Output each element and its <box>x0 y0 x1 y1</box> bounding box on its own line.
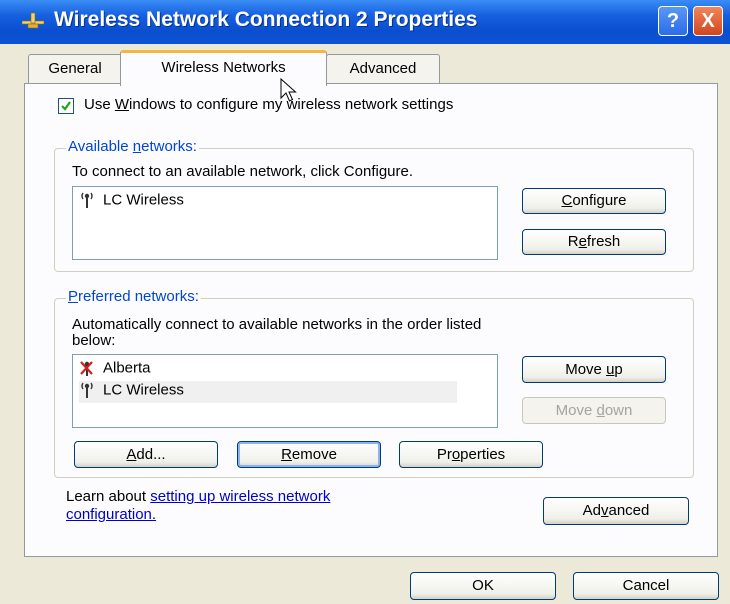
refresh-pre: R <box>567 233 579 250</box>
mouse-cursor-icon <box>280 78 297 102</box>
refresh-accel: e <box>578 233 587 250</box>
preferred-networks-hint-line2: below: <box>72 332 116 349</box>
properties-accel: o <box>451 446 461 463</box>
properties-button[interactable]: Properties <box>399 441 543 468</box>
learn-about-link-line2[interactable]: configuration. <box>66 506 156 523</box>
checkmark-icon <box>61 101 71 111</box>
add-button[interactable]: Add... <box>74 441 218 468</box>
preferred-networks-list[interactable]: Alberta LC Wireless <box>72 354 498 428</box>
cancel-button[interactable]: Cancel <box>573 572 719 600</box>
move-up-pre: Move <box>565 361 607 378</box>
move-up-post: p <box>614 361 623 378</box>
wireless-disconnected-icon <box>79 359 95 377</box>
preferred-label-accel: P <box>68 288 79 305</box>
available-label-pre: Available <box>68 138 133 155</box>
wireless-antenna-icon <box>79 191 95 209</box>
available-networks-list[interactable]: LC Wireless <box>72 186 498 260</box>
network-connection-icon <box>21 10 45 32</box>
add-accel: A <box>126 446 137 463</box>
wireless-antenna-icon <box>79 381 95 399</box>
list-item[interactable]: Alberta <box>79 359 151 381</box>
advanced-pre: Ad <box>582 502 601 519</box>
properties-post: perties <box>460 446 506 463</box>
move-down-accel: d <box>596 402 605 419</box>
advanced-post: anced <box>608 502 650 519</box>
list-item-label: Alberta <box>103 359 151 377</box>
learn-about-text: Learn about setting up wireless network <box>66 488 330 505</box>
refresh-button[interactable]: Refresh <box>522 229 666 255</box>
learn-about-link[interactable]: setting up wireless network <box>150 488 330 505</box>
move-down-pre: Move <box>555 402 597 419</box>
list-item-label: LC Wireless <box>103 191 184 209</box>
learn-about-prefix: Learn about <box>66 488 151 505</box>
available-networks-hint: To connect to an available network, clic… <box>72 163 414 180</box>
use-windows-label-pre: Use <box>84 96 115 113</box>
available-label-post: etworks: <box>141 138 197 155</box>
learn-about-link-cont[interactable]: configuration. <box>66 506 156 523</box>
use-windows-checkbox[interactable] <box>58 98 74 114</box>
close-button[interactable]: X <box>693 6 723 36</box>
configure-button[interactable]: Configure <box>522 188 666 214</box>
list-item[interactable]: LC Wireless <box>79 191 184 213</box>
ok-button[interactable]: OK <box>410 572 556 600</box>
add-post: dd... <box>136 446 166 463</box>
remove-accel: R <box>281 446 292 463</box>
tab-general[interactable]: General <box>28 54 122 84</box>
help-button[interactable]: ? <box>658 6 688 36</box>
refresh-post: fresh <box>586 233 621 250</box>
available-networks-label: Available networks: <box>66 138 199 155</box>
preferred-label-rest: referred networks: <box>78 288 199 305</box>
list-item[interactable]: LC Wireless <box>79 381 457 403</box>
window-title: Wireless Network Connection 2 Properties <box>54 8 478 31</box>
move-down-post: own <box>604 402 633 419</box>
configure-rest: onfigure <box>572 192 627 209</box>
use-windows-label-accel: W <box>114 96 130 113</box>
remove-button[interactable]: Remove <box>237 441 381 468</box>
move-down-button[interactable]: Move down <box>522 397 666 424</box>
properties-pre: Pr <box>436 446 452 463</box>
configure-accel: C <box>561 192 573 209</box>
available-label-accel: n <box>132 138 142 155</box>
preferred-networks-label: Preferred networks: <box>66 288 201 305</box>
advanced-button[interactable]: Advanced <box>543 497 689 525</box>
use-windows-label[interactable]: Use Windows to configure my wireless net… <box>84 96 453 113</box>
remove-post: emove <box>291 446 337 463</box>
title-bar[interactable]: Wireless Network Connection 2 Properties… <box>0 0 730 44</box>
preferred-networks-hint-line1: Automatically connect to available netwo… <box>72 316 482 333</box>
list-item-label: LC Wireless <box>103 381 184 399</box>
move-up-button[interactable]: Move up <box>522 356 666 383</box>
tab-advanced[interactable]: Advanced <box>326 54 440 84</box>
